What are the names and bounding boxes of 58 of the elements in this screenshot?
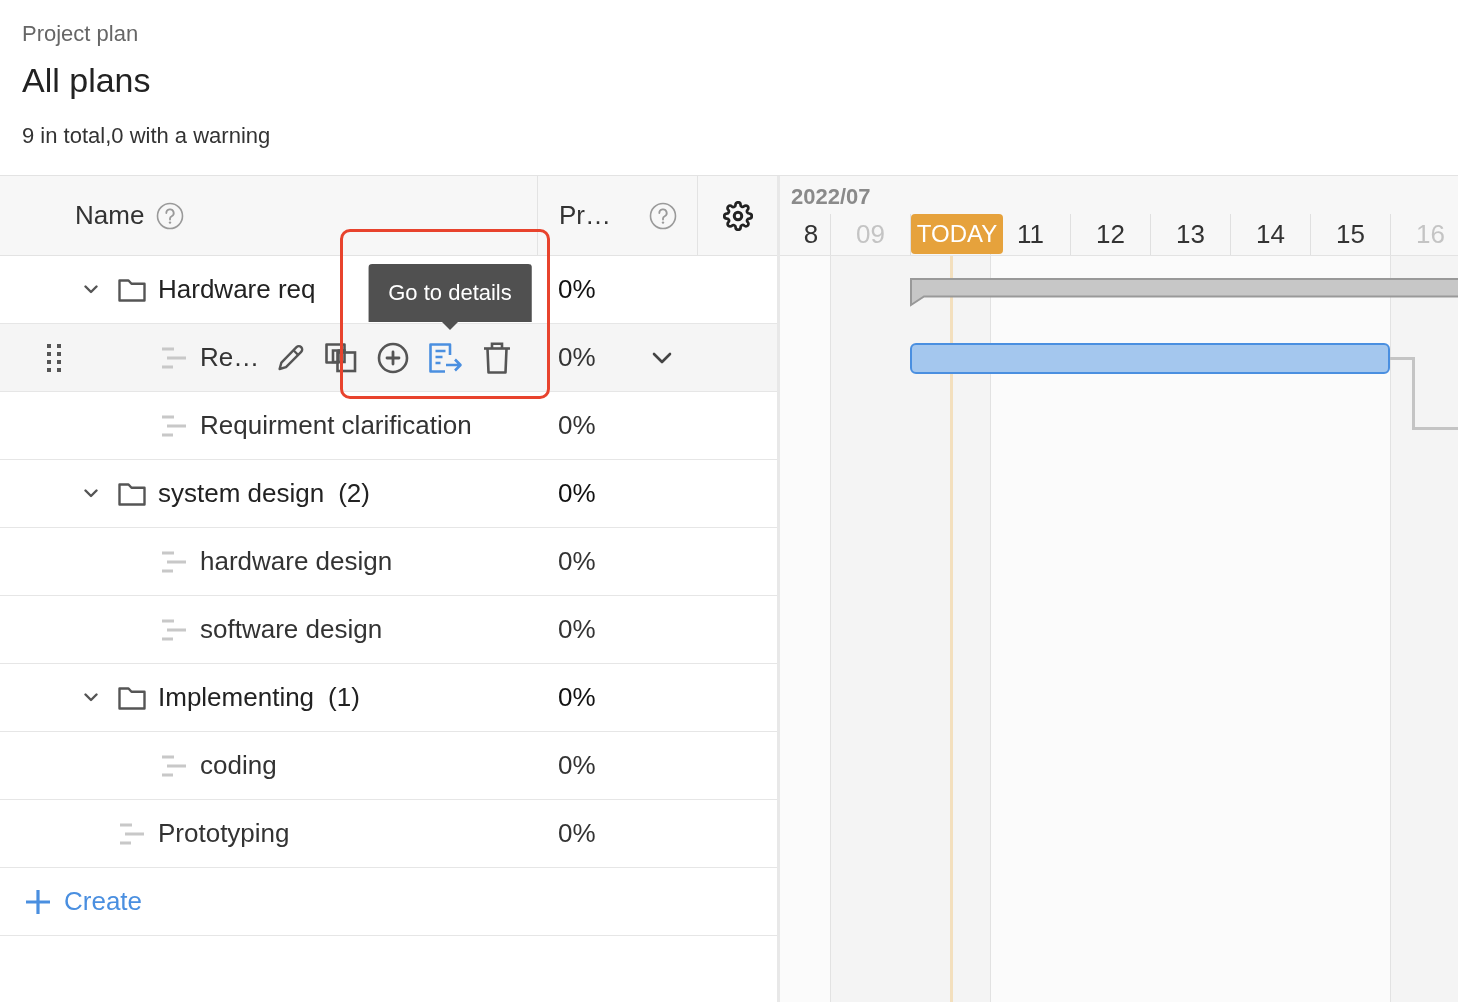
progress-value: 0% — [558, 477, 596, 510]
copy-icon[interactable] — [325, 342, 358, 373]
task-name[interactable]: Re… — [200, 338, 260, 377]
progress-value: 0% — [558, 545, 596, 578]
chevron-down-icon[interactable] — [84, 285, 98, 294]
task-name[interactable]: Requirment clarification — [200, 406, 472, 445]
item-count: (1) — [328, 681, 360, 714]
plus-icon — [25, 888, 51, 915]
chevron-down-icon[interactable] — [652, 351, 672, 364]
trash-icon[interactable] — [483, 341, 512, 374]
progress-value: 0% — [558, 817, 596, 850]
progress-value: 0% — [558, 409, 596, 442]
summary-bar[interactable] — [910, 278, 1458, 307]
progress-value: 0% — [558, 341, 596, 374]
chevron-down-icon[interactable] — [84, 693, 98, 702]
progress-value: 0% — [558, 749, 596, 782]
day-label: 13 — [1176, 218, 1205, 251]
help-icon[interactable] — [649, 201, 677, 230]
folder-icon — [118, 481, 146, 506]
folder-icon — [118, 277, 146, 302]
day-label: 14 — [1256, 218, 1285, 251]
group-name[interactable]: system design — [158, 474, 325, 513]
task-icon — [162, 754, 186, 777]
page-title: All plans — [22, 60, 151, 101]
settings-icon[interactable] — [722, 200, 753, 231]
item-count: (2) — [338, 477, 370, 510]
month-label: 2022/07 — [790, 183, 871, 211]
task-icon — [162, 414, 186, 437]
progress-value: 0% — [558, 273, 596, 306]
task-icon — [120, 822, 144, 845]
group-name[interactable]: Implementing — [158, 678, 315, 717]
column-header[interactable]: Name — [75, 196, 145, 235]
table-row[interactable]: Re… 0% — [0, 324, 777, 392]
day-label: 8 — [803, 218, 819, 251]
column-header[interactable]: Pr… — [559, 196, 611, 235]
task-name[interactable]: coding — [200, 746, 277, 785]
group-name[interactable]: Hardware req — [158, 270, 316, 309]
task-icon — [162, 618, 186, 641]
task-name[interactable]: software design — [200, 610, 383, 649]
breadcrumb[interactable]: Project plan — [22, 18, 139, 50]
help-icon[interactable] — [156, 201, 185, 230]
today-badge: TODAY — [911, 214, 1003, 254]
task-icon — [162, 346, 186, 369]
task-name[interactable]: Prototyping — [158, 814, 290, 853]
day-label: 12 — [1096, 218, 1125, 251]
summary-text: 9 in total,0 with a warning — [22, 122, 271, 150]
task-icon — [162, 550, 186, 573]
add-circle-icon[interactable] — [377, 341, 410, 374]
pencil-icon[interactable] — [277, 343, 306, 372]
drag-handle-icon[interactable] — [47, 344, 61, 372]
chevron-down-icon[interactable] — [84, 489, 98, 498]
day-label: 15 — [1336, 218, 1365, 251]
document-arrow-icon[interactable] — [429, 342, 464, 373]
day-label: 11 — [1017, 218, 1044, 251]
progress-value: 0% — [558, 681, 596, 714]
folder-icon — [118, 685, 146, 710]
progress-value: 0% — [558, 613, 596, 646]
task-name[interactable]: hardware design — [200, 542, 393, 581]
